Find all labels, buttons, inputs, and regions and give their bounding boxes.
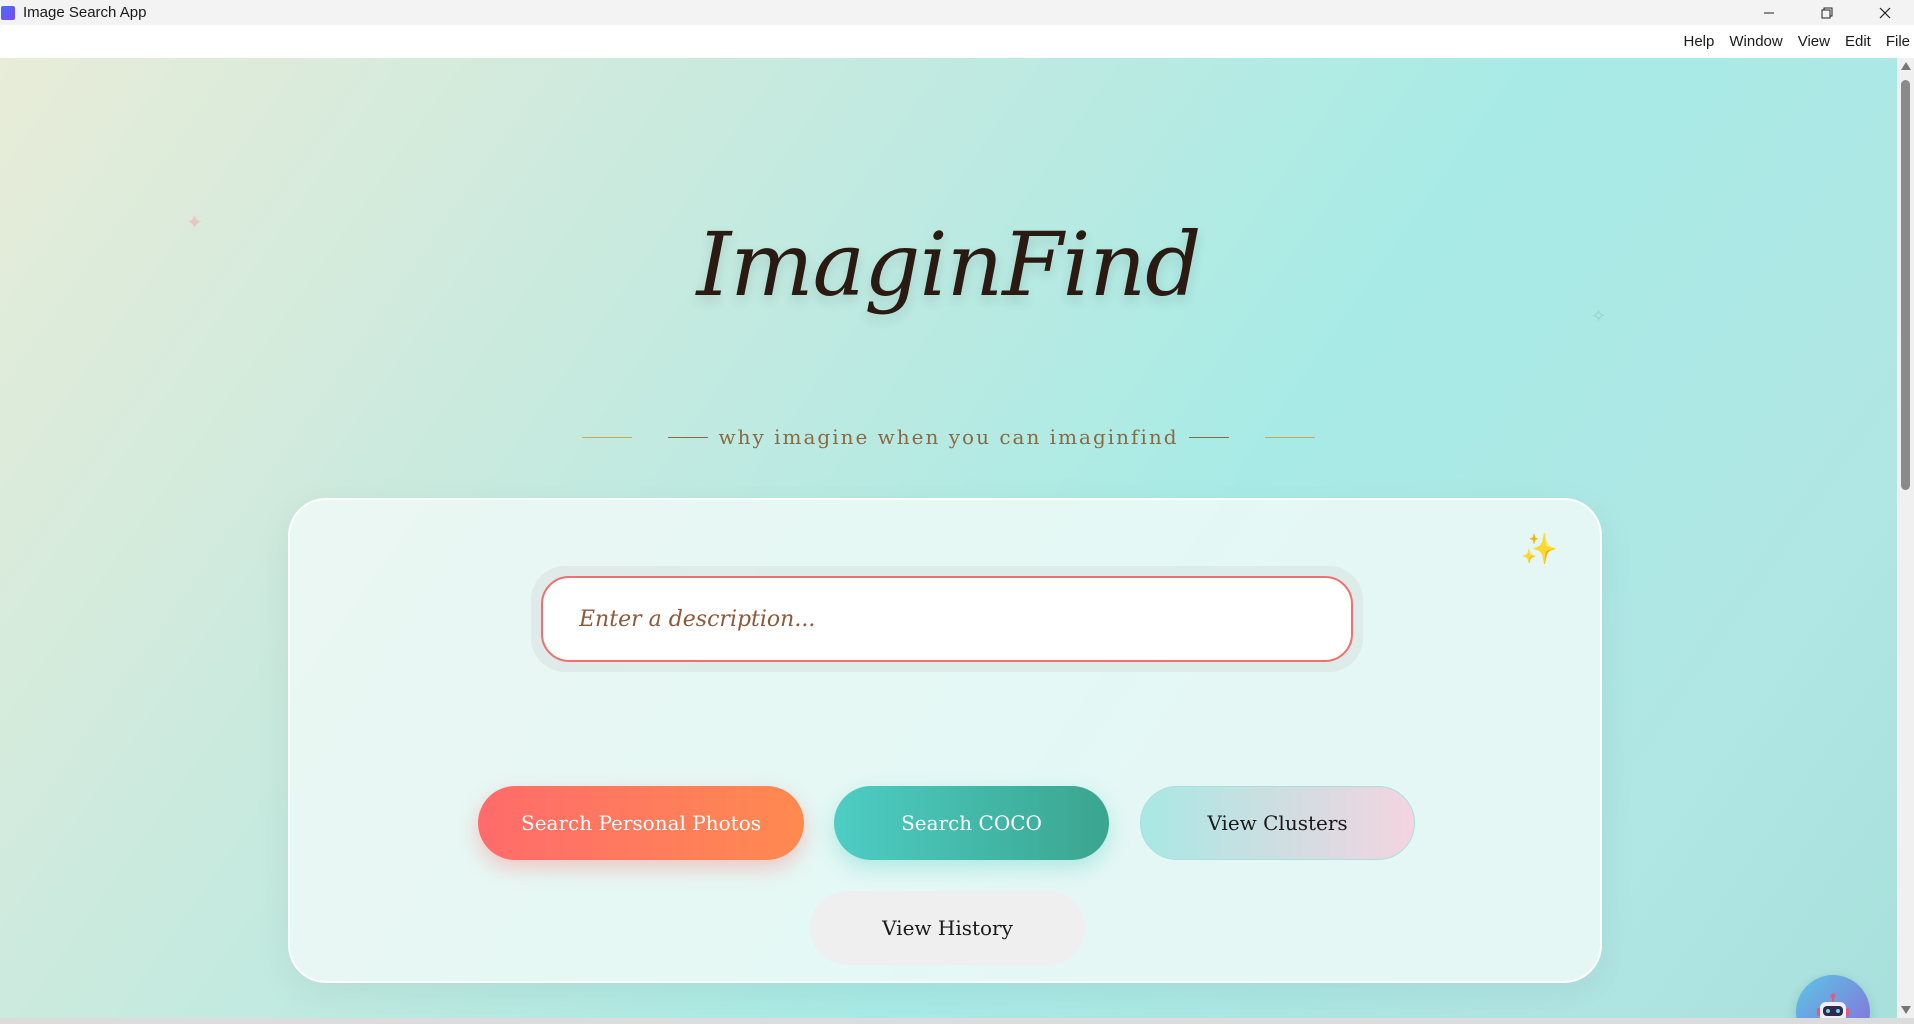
menu-window[interactable]: Window: [1729, 33, 1782, 50]
menu-edit[interactable]: Edit: [1845, 33, 1871, 50]
scrollbar-thumb[interactable]: [1901, 80, 1910, 490]
close-button[interactable]: [1856, 0, 1914, 25]
search-personal-photos-button[interactable]: Search Personal Photos: [478, 786, 804, 860]
sparkles-icon: ✨: [1520, 533, 1558, 566]
close-icon: [1879, 7, 1891, 18]
menu-help[interactable]: Help: [1684, 33, 1715, 50]
horizontal-scrollbar: [0, 1018, 1914, 1024]
minimize-button[interactable]: [1740, 0, 1798, 25]
window-controls: [1740, 0, 1914, 25]
tagline-row: why imagine when you can imaginfind: [0, 425, 1897, 449]
menu-bar: Help Window View Edit File: [0, 25, 1914, 58]
search-input[interactable]: [541, 576, 1353, 662]
divider-left: [582, 436, 633, 438]
app-icon: [1, 5, 15, 20]
tagline: why imagine when you can imaginfind: [718, 425, 1179, 449]
scroll-down-arrow-icon[interactable]: [1901, 1006, 1911, 1014]
scroll-up-arrow-icon[interactable]: [1901, 62, 1911, 70]
divider-right: [1264, 436, 1315, 438]
search-coco-button[interactable]: Search COCO: [834, 786, 1109, 860]
title-bar: Image Search App: [0, 0, 1914, 25]
menu-file[interactable]: File: [1886, 33, 1910, 50]
search-card: ✨ Search Personal Photos Search COCO Vie…: [288, 498, 1602, 983]
main-content: ✦ ✧ ImaginFind why imagine when you can …: [0, 58, 1897, 1018]
assistant-button[interactable]: [1796, 975, 1870, 1018]
app-title: ImaginFind: [696, 213, 1201, 316]
search-input-wrapper: [531, 566, 1363, 672]
menu-view[interactable]: View: [1798, 33, 1830, 50]
window-title: Image Search App: [23, 4, 147, 21]
minimize-icon: [1764, 12, 1774, 13]
restore-icon: [1821, 7, 1833, 18]
tagline-dash-left: [668, 436, 709, 438]
restore-button[interactable]: [1798, 0, 1856, 25]
view-clusters-button[interactable]: View Clusters: [1140, 786, 1415, 860]
view-history-button[interactable]: View History: [810, 891, 1085, 965]
robot-icon: [1817, 993, 1849, 1018]
vertical-scrollbar[interactable]: [1897, 58, 1914, 1018]
tagline-wrapper: why imagine when you can imaginfind: [658, 425, 1238, 449]
tagline-dash-right: [1188, 436, 1229, 438]
